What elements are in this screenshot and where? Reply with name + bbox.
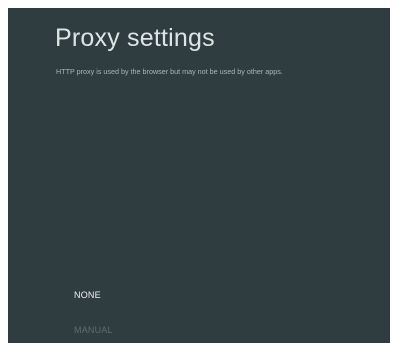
option-none[interactable]: NONE [74,290,101,300]
proxy-settings-screen: Proxy settings HTTP proxy is used by the… [8,8,390,343]
page-description: HTTP proxy is used by the browser but ma… [56,67,283,76]
page-title: Proxy settings [55,24,215,52]
option-manual[interactable]: MANUAL [74,325,113,335]
